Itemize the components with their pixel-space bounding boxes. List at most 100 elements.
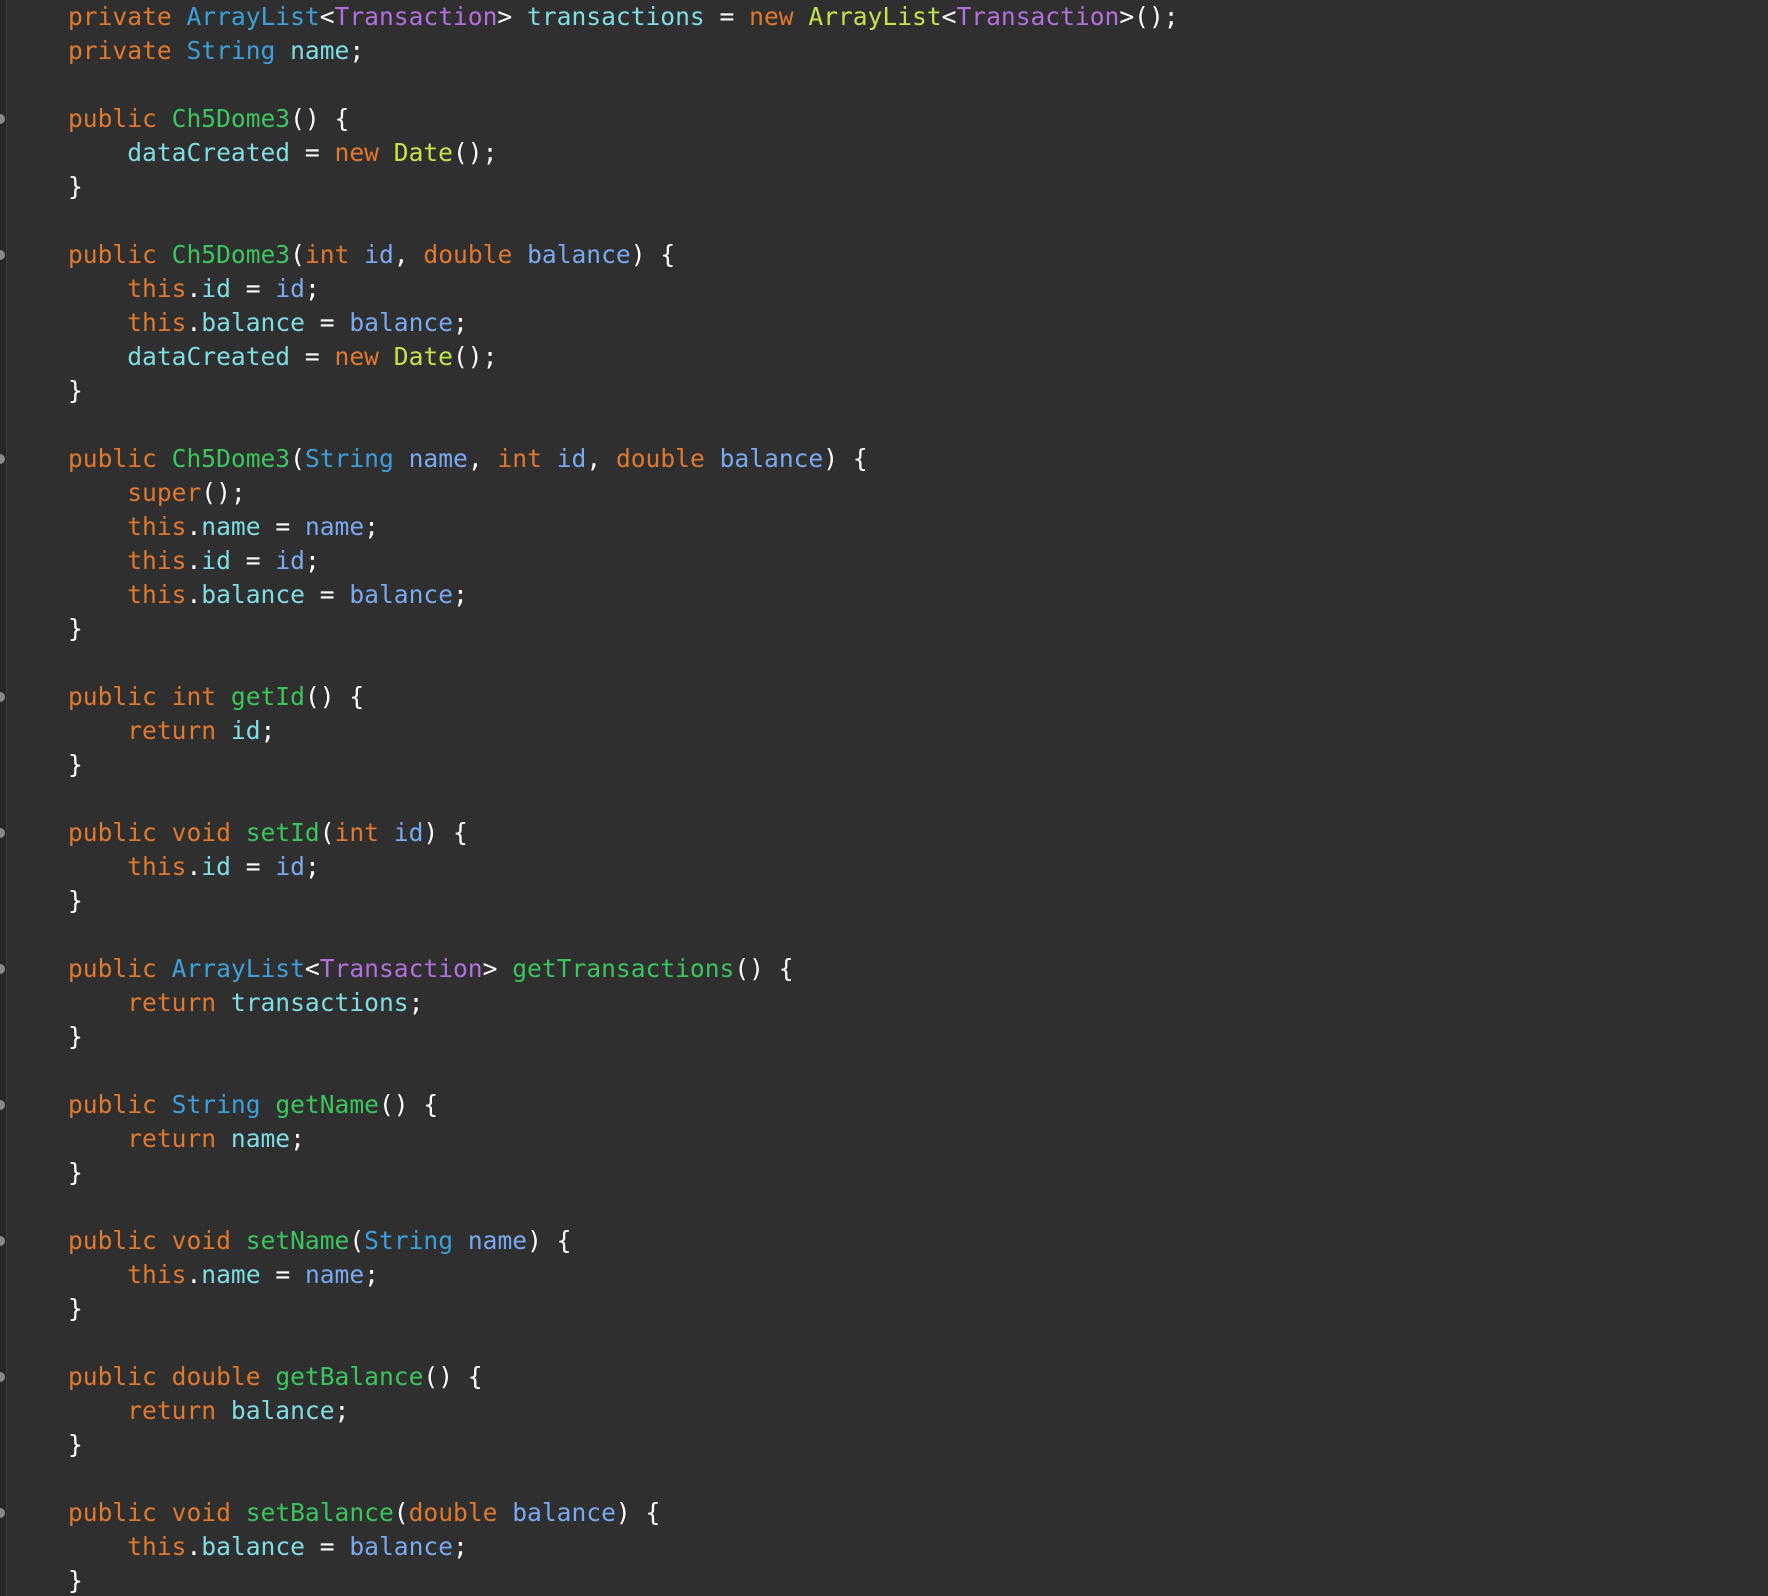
code-line[interactable] (68, 1054, 1758, 1088)
code-line[interactable]: public int getId() { (0, 680, 1758, 714)
code-line[interactable]: public void setId(int id) { (0, 816, 1758, 850)
code-token: void (171, 1498, 246, 1527)
code-token: dataCreated (127, 342, 291, 371)
code-token: } (68, 614, 83, 643)
code-token: . (186, 512, 202, 541)
code-line[interactable]: } (68, 1292, 1758, 1326)
code-line[interactable] (68, 68, 1758, 102)
code-token: ; (453, 308, 468, 337)
code-line[interactable] (68, 646, 1758, 680)
code-token: >(); (1119, 2, 1179, 31)
code-line[interactable]: this.name = name; (68, 1258, 1758, 1292)
code-token: public (68, 1226, 172, 1255)
code-line[interactable] (68, 1462, 1758, 1496)
code-token: getId (230, 682, 305, 711)
code-line[interactable]: public ArrayList<Transaction> getTransac… (0, 952, 1758, 986)
code-line[interactable]: return transactions; (68, 986, 1758, 1020)
code-line[interactable]: } (68, 374, 1758, 408)
code-line[interactable]: super(); (68, 476, 1758, 510)
code-token: } (68, 1158, 83, 1187)
code-line[interactable]: this.balance = balance; (68, 306, 1758, 340)
code-token: ) { (615, 1498, 661, 1527)
code-token: Ch5Dome3 (171, 240, 291, 269)
code-token: Transaction (334, 2, 498, 31)
code-token: id (556, 444, 587, 473)
code-line[interactable]: dataCreated = new Date(); (68, 136, 1758, 170)
code-line[interactable]: public Ch5Dome3(int id, double balance) … (0, 238, 1758, 272)
code-token: public (68, 240, 172, 269)
code-line[interactable] (68, 1190, 1758, 1224)
code-line[interactable]: this.id = id; (68, 850, 1758, 884)
code-line[interactable]: public void setBalance(double balance) { (0, 1496, 1758, 1530)
code-token: this (127, 308, 187, 337)
code-token: id (275, 852, 305, 881)
code-line[interactable] (68, 204, 1758, 238)
code-token: } (68, 1430, 83, 1459)
code-line[interactable]: } (68, 1428, 1758, 1462)
code-line[interactable]: return id; (68, 714, 1758, 748)
code-editor[interactable]: private ArrayList<Transaction> transacti… (0, 0, 1768, 1596)
code-line[interactable]: this.balance = balance; (68, 578, 1758, 612)
code-token: ; (304, 852, 320, 881)
code-token: Date (393, 138, 453, 167)
code-line[interactable]: } (68, 748, 1758, 782)
code-token: private (68, 2, 187, 31)
code-token: id (364, 240, 394, 269)
code-line[interactable]: } (68, 884, 1758, 918)
code-token: ; (290, 1124, 305, 1153)
code-token: ( (393, 1498, 409, 1527)
code-token: = (704, 2, 750, 31)
code-line[interactable]: this.name = name; (68, 510, 1758, 544)
code-line[interactable]: } (68, 1564, 1758, 1596)
code-token: this (127, 274, 187, 303)
code-token: double (615, 444, 720, 473)
code-token: public (68, 1090, 172, 1119)
code-line[interactable] (68, 1326, 1758, 1360)
code-token: setId (245, 818, 320, 847)
code-line[interactable]: return balance; (68, 1394, 1758, 1428)
code-line[interactable]: } (68, 1020, 1758, 1054)
code-token: ; (364, 1260, 379, 1289)
code-line[interactable]: return name; (68, 1122, 1758, 1156)
code-token: ; (453, 580, 468, 609)
code-line[interactable]: this.id = id; (68, 272, 1758, 306)
code-line[interactable]: dataCreated = new Date(); (68, 340, 1758, 374)
code-line[interactable]: } (68, 1156, 1758, 1190)
code-line[interactable] (68, 408, 1758, 442)
code-line[interactable]: } (68, 612, 1758, 646)
code-token: balance (201, 580, 305, 609)
code-token: . (186, 852, 202, 881)
code-token: name (290, 36, 350, 65)
code-line[interactable]: public Ch5Dome3() { (0, 102, 1758, 136)
code-token: getTransactions (512, 954, 735, 983)
code-line[interactable]: private ArrayList<Transaction> transacti… (68, 0, 1758, 34)
code-token: return (127, 1124, 231, 1153)
code-token: id (201, 546, 231, 575)
code-line[interactable]: public String getName() { (0, 1088, 1758, 1122)
code-line[interactable]: public Ch5Dome3(String name, int id, dou… (0, 442, 1758, 476)
code-token: } (68, 1022, 83, 1051)
code-token: name (201, 512, 261, 541)
code-line[interactable]: this.balance = balance; (68, 1530, 1758, 1564)
code-line[interactable]: private String name; (68, 34, 1758, 68)
code-line[interactable] (68, 918, 1758, 952)
code-token: ; (304, 274, 320, 303)
code-token: return (127, 1396, 231, 1425)
code-token: name (304, 1260, 365, 1289)
code-area[interactable]: private ArrayList<Transaction> transacti… (0, 0, 1758, 1596)
code-line[interactable]: this.id = id; (68, 544, 1758, 578)
code-line[interactable] (68, 782, 1758, 816)
code-token: () { (734, 954, 794, 983)
code-token: . (186, 580, 202, 609)
code-token: String (304, 444, 409, 473)
code-line[interactable]: } (68, 170, 1758, 204)
code-token: ; (408, 988, 424, 1017)
code-token: balance (349, 1532, 454, 1561)
code-line[interactable]: public double getBalance() { (0, 1360, 1758, 1394)
code-line[interactable]: public void setName(String name) { (0, 1224, 1758, 1258)
code-token: balance (230, 1396, 335, 1425)
